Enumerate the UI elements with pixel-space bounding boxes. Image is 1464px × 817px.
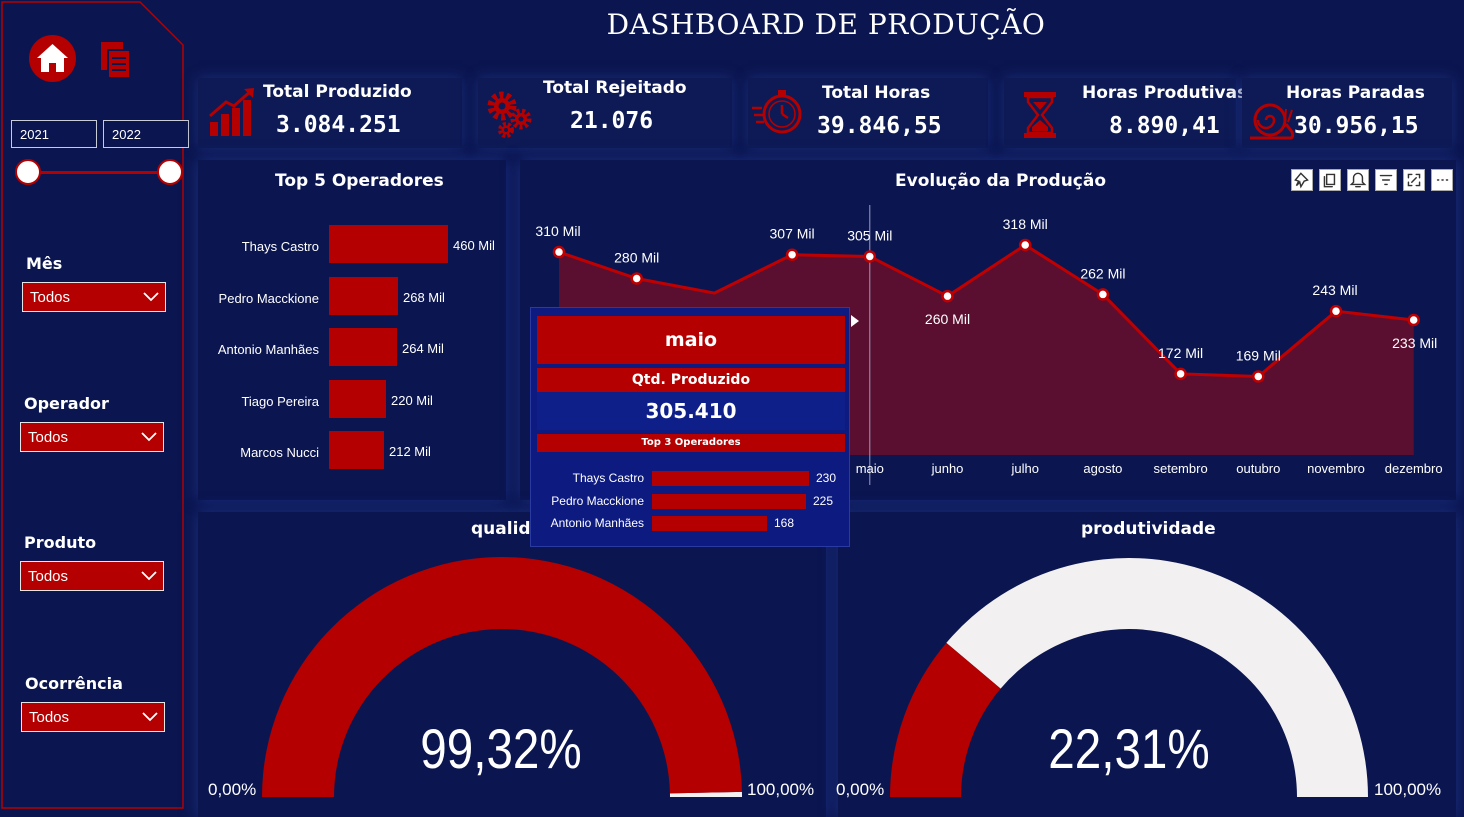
productivity-gauge-max: 100,00% xyxy=(1374,780,1442,799)
tooltip-month: maio xyxy=(537,316,845,364)
tooltip-subtitle: Top 3 Operadores xyxy=(537,434,845,452)
tooltip-metric-value: 305.410 xyxy=(537,392,845,430)
tooltip-operator-bar xyxy=(652,471,809,486)
productivity-gauge-value: 22,31% xyxy=(1048,717,1210,780)
tooltip-operator-value: 225 xyxy=(813,493,834,508)
tooltip-operator-value: 230 xyxy=(816,471,837,485)
quality-gauge-value: 99,32% xyxy=(420,717,582,780)
productivity-gauge-min: 0,00% xyxy=(836,780,885,799)
tooltip-pointer-icon xyxy=(851,315,859,327)
tooltip-operator-bar xyxy=(652,493,806,509)
chart-tooltip: maio Qtd. Produzido 305.410 Top 3 Operad… xyxy=(530,307,850,547)
tooltip-operator-name: Thays Castro xyxy=(572,471,644,485)
tooltip-metric-label: Qtd. Produzido xyxy=(537,368,845,392)
tooltip-operator-value: 168 xyxy=(774,516,795,530)
tooltip-operator-name: Antonio Manhães xyxy=(550,516,644,530)
quality-gauge-min: 0,00% xyxy=(208,780,257,799)
tooltip-operator-bar xyxy=(652,516,767,531)
quality-gauge-max: 100,00% xyxy=(747,780,815,799)
tooltip-operator-name: Pedro Macckione xyxy=(551,493,644,508)
